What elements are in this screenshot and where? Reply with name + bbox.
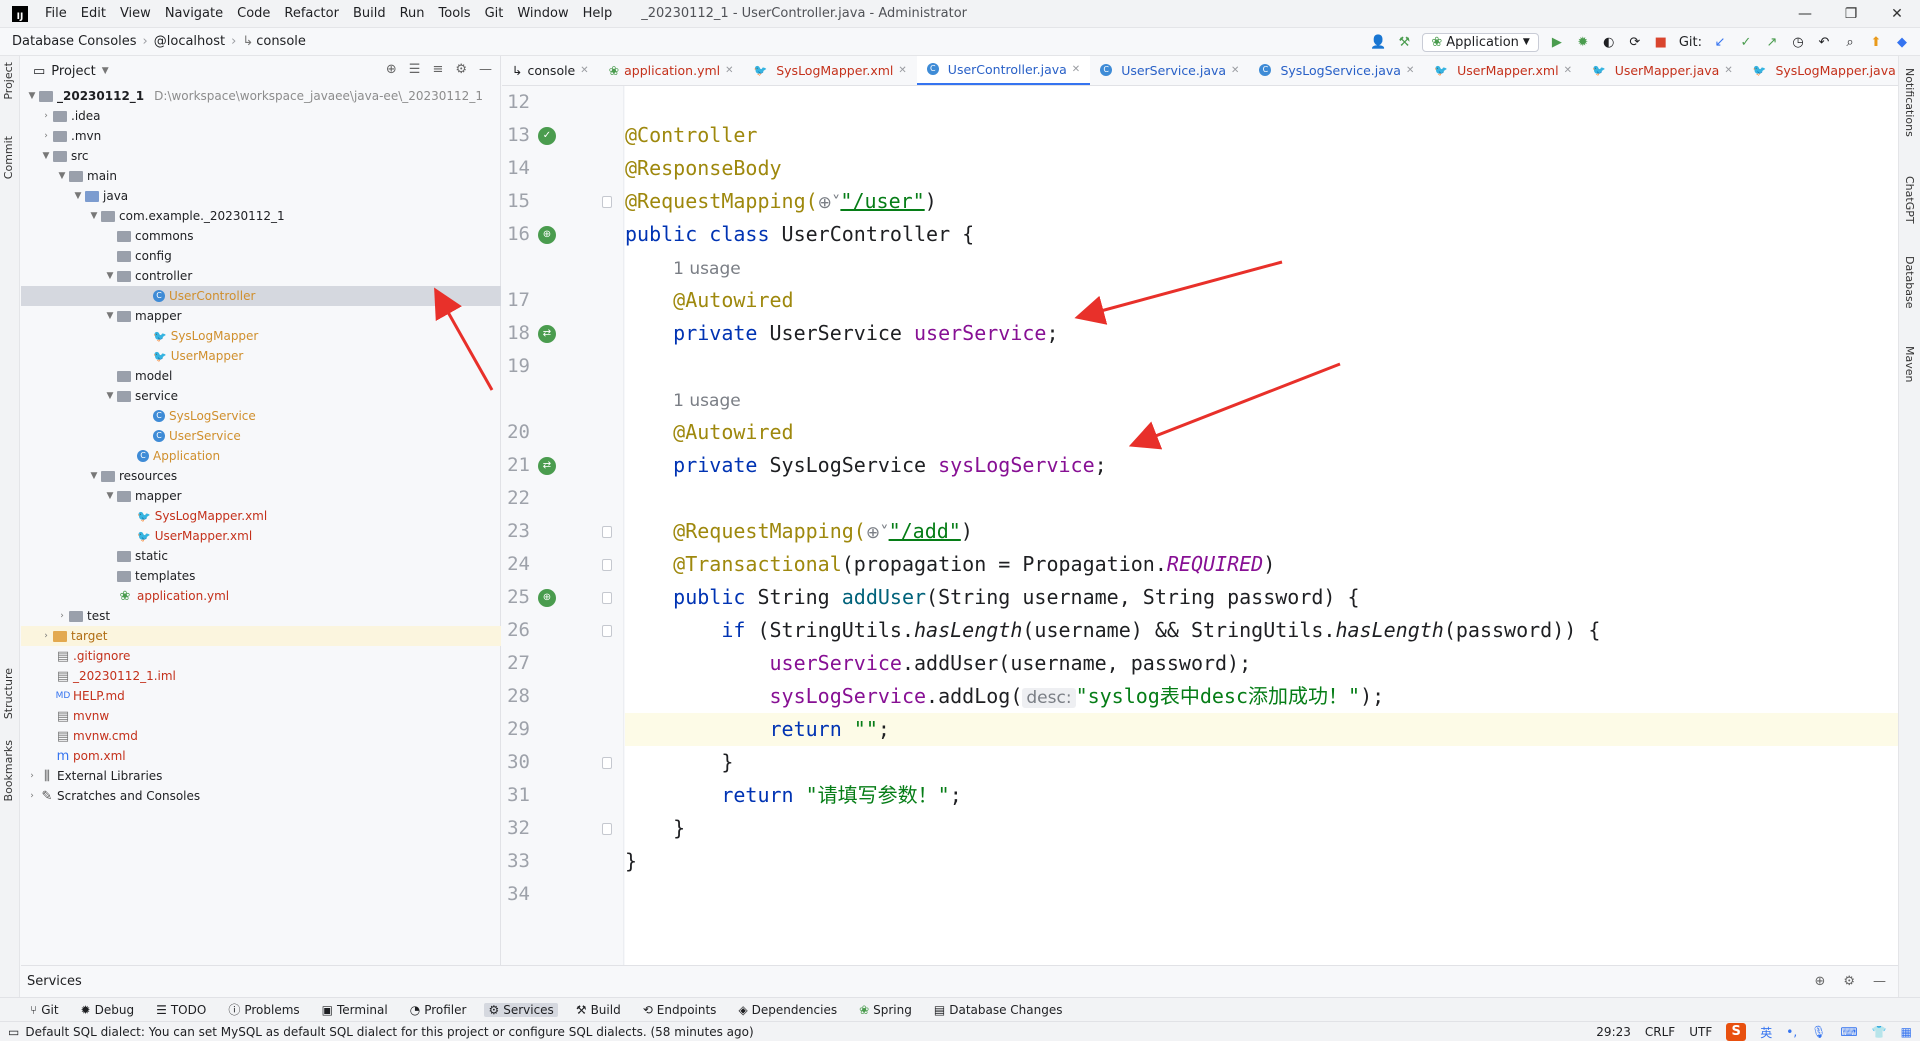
status-toggle-icon[interactable]: ▭ xyxy=(8,1025,19,1039)
list-icon: ☰ xyxy=(156,1002,167,1017)
terminal-icon: ▣ xyxy=(321,1002,333,1017)
tool-dependencies[interactable]: ◈ Dependencies xyxy=(734,1003,841,1017)
tool-window-bar: ⑂ Git ✹ Debug ☰ TODO ⓘ Problems ▣ Terminal ◔ P… xyxy=(0,997,1920,1021)
annotation-arrow-syslogservice xyxy=(1128,362,1341,450)
ime-dot-icon[interactable]: •, xyxy=(1786,1025,1797,1039)
hide-icon[interactable]: — xyxy=(1873,974,1886,989)
tool-spring[interactable]: ❀ Spring xyxy=(855,1003,916,1017)
gear-icon[interactable]: ⚙ xyxy=(1843,974,1855,989)
tool-endpoints[interactable]: ⟲ Endpoints xyxy=(639,1003,721,1017)
tool-terminal[interactable]: ▣ Terminal xyxy=(318,1003,392,1017)
tool-label: Dependencies xyxy=(751,1002,838,1017)
tool-label: Database Changes xyxy=(949,1002,1063,1017)
tool-git[interactable]: ⑂ Git xyxy=(26,1003,63,1017)
tool-label: Problems xyxy=(244,1002,300,1017)
tool-label: Profiler xyxy=(424,1002,467,1017)
tool-profiler[interactable]: ◔ Profiler xyxy=(406,1003,471,1017)
build-hammer-icon: ⚒ xyxy=(575,1002,587,1017)
dependencies-icon: ◈ xyxy=(738,1002,748,1017)
tool-debug[interactable]: ✹ Debug xyxy=(77,1003,139,1017)
line-separator[interactable]: CRLF xyxy=(1645,1025,1675,1039)
git-branch-icon: ⑂ xyxy=(30,1002,38,1017)
tool-label: Git xyxy=(41,1002,59,1017)
tool-todo[interactable]: ☰ TODO xyxy=(152,1003,210,1017)
ime-language[interactable]: 英 xyxy=(1760,1024,1772,1041)
annotation-arrow-tree xyxy=(434,287,494,391)
status-bar: ▭ Default SQL dialect: You can set MySQL… xyxy=(0,1021,1920,1041)
tool-label: Services xyxy=(503,1002,554,1017)
status-message[interactable]: Default SQL dialect: You can set MySQL a… xyxy=(25,1025,753,1039)
tool-services[interactable]: ⚙ Services xyxy=(484,1002,558,1017)
tool-problems[interactable]: ⓘ Problems xyxy=(224,1001,303,1018)
ime-logo[interactable]: S xyxy=(1726,1023,1747,1041)
problems-icon: ⓘ xyxy=(228,1003,241,1017)
tool-label: Terminal xyxy=(336,1002,388,1017)
database-changes-icon: ▤ xyxy=(933,1002,946,1017)
services-panel-header: Services ⊕ ⚙ — xyxy=(21,965,1898,997)
endpoints-icon: ⟲ xyxy=(642,1002,653,1017)
globe-icon[interactable]: ⊕ xyxy=(1814,974,1825,989)
services-icon: ⚙ xyxy=(488,1002,500,1017)
annotation-arrows xyxy=(434,260,1341,450)
microphone-icon[interactable]: 🎙 xyxy=(1811,1025,1826,1039)
shirt-icon[interactable]: 👕 xyxy=(1872,1025,1887,1039)
tool-database-changes[interactable]: ▤ Database Changes xyxy=(930,1003,1067,1017)
tool-build[interactable]: ⚒ Build xyxy=(572,1003,625,1017)
tool-label: Spring xyxy=(873,1002,912,1017)
file-encoding[interactable]: UTF xyxy=(1689,1025,1712,1039)
tool-label: Build xyxy=(590,1002,621,1017)
caret-position[interactable]: 29:23 xyxy=(1596,1025,1631,1039)
bug-icon: ✹ xyxy=(80,1002,91,1017)
tool-label: Debug xyxy=(94,1002,135,1017)
profiler-icon: ◔ xyxy=(409,1002,421,1017)
tool-label: TODO xyxy=(170,1002,207,1017)
keyboard-icon[interactable]: ⌨ xyxy=(1840,1025,1857,1039)
services-title: Services xyxy=(27,974,82,989)
tool-label: Endpoints xyxy=(656,1002,717,1017)
spring-icon: ❀ xyxy=(859,1002,870,1017)
grid-icon[interactable]: ▦ xyxy=(1901,1025,1912,1039)
annotation-arrow-userservice xyxy=(1074,260,1283,325)
